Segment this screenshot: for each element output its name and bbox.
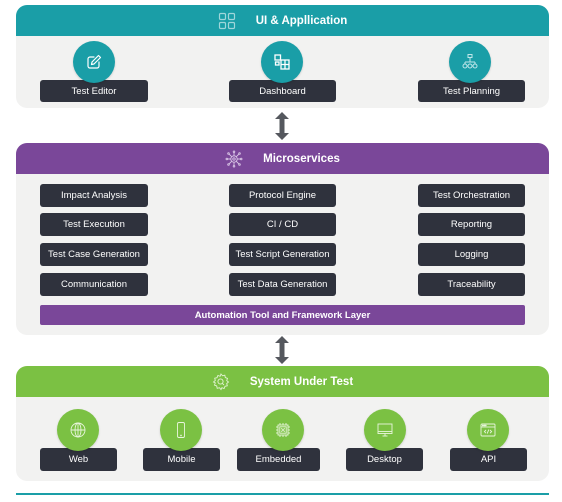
system-under-test-title: System Under Test <box>249 375 354 388</box>
sut-item-label: Desktop <box>367 454 402 465</box>
double-arrow-icon <box>275 336 289 364</box>
framework-label: Automation Tool and Framework Layer <box>194 309 371 321</box>
service-test-case-generation[interactable]: Test Case Generation <box>40 243 148 266</box>
service-label: CI / CD <box>266 219 299 230</box>
grid-icon <box>218 12 236 30</box>
mobile-icon <box>160 409 202 451</box>
service-test-script-generation[interactable]: Test Script Generation <box>229 243 336 266</box>
service-label: Impact Analysis <box>61 190 127 201</box>
globe-icon <box>57 409 99 451</box>
ui-item-test-planning[interactable]: Test Planning <box>418 80 525 102</box>
hierarchy-icon <box>449 41 491 83</box>
sut-item-desktop[interactable]: Desktop <box>346 448 423 471</box>
api-window-icon <box>467 409 509 451</box>
service-test-data-generation[interactable]: Test Data Generation <box>229 273 336 296</box>
bottom-divider <box>16 493 549 495</box>
system-under-test-header: System Under Test <box>16 366 549 397</box>
dashboard-icon <box>261 41 303 83</box>
service-label: Communication <box>61 279 127 290</box>
edit-icon <box>73 41 115 83</box>
service-label: Test Data Generation <box>237 279 328 290</box>
sut-item-label: Web <box>68 454 89 465</box>
ui-item-test-editor[interactable]: Test Editor <box>40 80 148 102</box>
service-protocol-engine[interactable]: Protocol Engine <box>229 184 336 207</box>
service-label: Test Script Generation <box>235 249 330 260</box>
service-label: Protocol Engine <box>248 190 317 201</box>
sut-item-label: Embedded <box>255 454 302 465</box>
microservices-panel: Microservices Impact Analysis Test Execu… <box>16 143 549 335</box>
automation-framework-bar[interactable]: Automation Tool and Framework Layer <box>40 305 525 325</box>
service-ci-cd[interactable]: CI / CD <box>229 213 336 236</box>
ui-application-title: UI & Appllication <box>255 14 348 27</box>
service-label: Test Orchestration <box>432 190 511 201</box>
sut-item-embedded[interactable]: Embedded <box>237 448 320 471</box>
service-label: Test Execution <box>63 219 125 230</box>
sut-item-mobile[interactable]: Mobile <box>143 448 220 471</box>
service-label: Logging <box>454 249 489 260</box>
service-reporting[interactable]: Reporting <box>418 213 525 236</box>
monitor-icon <box>364 409 406 451</box>
ui-item-label: Dashboard <box>259 85 306 97</box>
ui-item-dashboard[interactable]: Dashboard <box>229 80 336 102</box>
sut-item-label: Mobile <box>167 454 196 465</box>
ui-item-label: Test Planning <box>442 85 501 97</box>
system-under-test-panel: System Under Test Web Mobile Embedded De… <box>16 366 549 481</box>
service-label: Test Case Generation <box>48 249 140 260</box>
chip-icon <box>262 409 304 451</box>
service-impact-analysis[interactable]: Impact Analysis <box>40 184 148 207</box>
sut-item-label: API <box>480 454 497 465</box>
microservices-header: Microservices <box>16 143 549 174</box>
service-logging[interactable]: Logging <box>418 243 525 266</box>
ui-item-label: Test Editor <box>71 85 117 97</box>
service-label: Reporting <box>450 219 493 230</box>
network-hub-icon <box>225 150 243 168</box>
ui-application-header: UI & Appllication <box>16 5 549 36</box>
double-arrow-icon <box>275 112 289 140</box>
service-label: Traceability <box>447 279 496 290</box>
sut-item-web[interactable]: Web <box>40 448 117 471</box>
service-traceability[interactable]: Traceability <box>418 273 525 296</box>
ui-application-panel: UI & Appllication Test Editor Dashboard … <box>16 5 549 108</box>
sut-item-api[interactable]: API <box>450 448 527 471</box>
gear-search-icon <box>212 372 230 391</box>
service-communication[interactable]: Communication <box>40 273 148 296</box>
service-test-orchestration[interactable]: Test Orchestration <box>418 184 525 207</box>
microservices-title: Microservices <box>263 152 340 165</box>
service-test-execution[interactable]: Test Execution <box>40 213 148 236</box>
